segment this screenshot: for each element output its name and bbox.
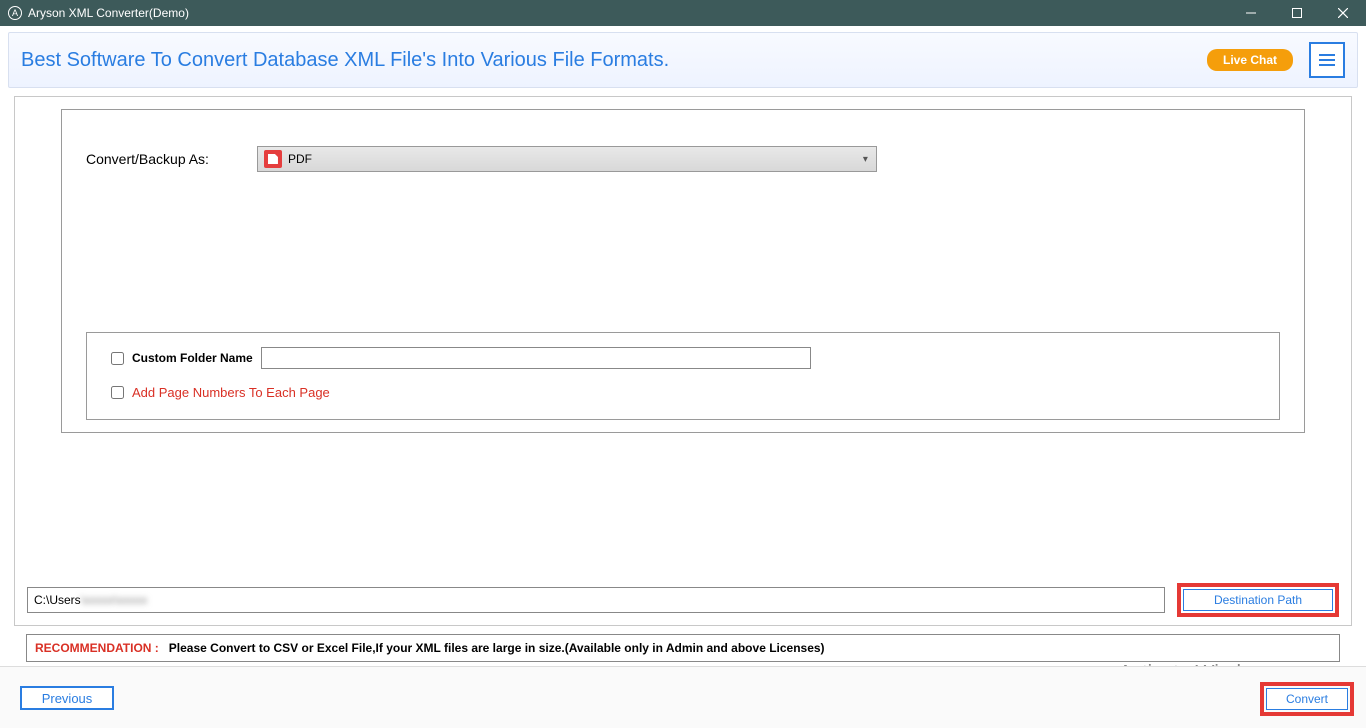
main-panel: Convert/Backup As: PDF ▾ Custom Folder N… [14,96,1352,626]
destination-path-button[interactable]: Destination Path [1183,589,1333,611]
convert-row: Convert/Backup As: PDF ▾ [86,146,1280,172]
close-button[interactable] [1320,0,1366,26]
format-value: PDF [288,152,312,166]
title-bar: A Aryson XML Converter(Demo) [0,0,1366,26]
destination-path-input[interactable]: C:\Users\xxxxx\xxxxx [27,587,1165,613]
app-icon: A [8,6,22,20]
convert-panel: Convert/Backup As: PDF ▾ Custom Folder N… [61,109,1305,433]
add-page-numbers-checkbox[interactable] [111,386,124,399]
path-prefix: C:\Users [34,593,81,607]
previous-button[interactable]: Previous [20,686,114,710]
chevron-down-icon: ▾ [863,154,868,165]
page-title: Best Software To Convert Database XML Fi… [21,49,669,72]
options-box: Custom Folder Name Add Page Numbers To E… [86,332,1280,420]
convert-button[interactable]: Convert [1266,688,1348,710]
recommendation-text: Please Convert to CSV or Excel File,If y… [169,641,825,655]
custom-folder-label: Custom Folder Name [132,351,253,365]
minimize-button[interactable] [1228,0,1274,26]
format-dropdown[interactable]: PDF ▾ [257,146,877,172]
recommendation-bar: RECOMMENDATION : Please Convert to CSV o… [26,634,1340,662]
footer: Previous Convert [0,666,1366,728]
custom-folder-input[interactable] [261,347,811,369]
recommendation-label: RECOMMENDATION : [35,641,159,655]
convert-button-highlight: Convert [1260,682,1354,716]
maximize-button[interactable] [1274,0,1320,26]
path-blurred: \xxxxx\xxxxx [81,593,148,607]
custom-folder-checkbox[interactable] [111,352,124,365]
header-bar: Best Software To Convert Database XML Fi… [8,32,1358,88]
window-title: Aryson XML Converter(Demo) [28,6,189,20]
add-page-numbers-label: Add Page Numbers To Each Page [132,385,330,400]
destination-button-highlight: Destination Path [1177,583,1339,617]
convert-as-label: Convert/Backup As: [86,151,209,167]
custom-folder-row: Custom Folder Name [111,347,1255,369]
window-controls [1228,0,1366,26]
content-area: Convert/Backup As: PDF ▾ Custom Folder N… [0,96,1366,718]
pdf-icon [264,150,282,168]
add-page-numbers-row: Add Page Numbers To Each Page [111,385,1255,400]
destination-row: C:\Users\xxxxx\xxxxx Destination Path [27,583,1339,617]
live-chat-button[interactable]: Live Chat [1207,49,1293,71]
menu-button[interactable] [1309,42,1345,78]
